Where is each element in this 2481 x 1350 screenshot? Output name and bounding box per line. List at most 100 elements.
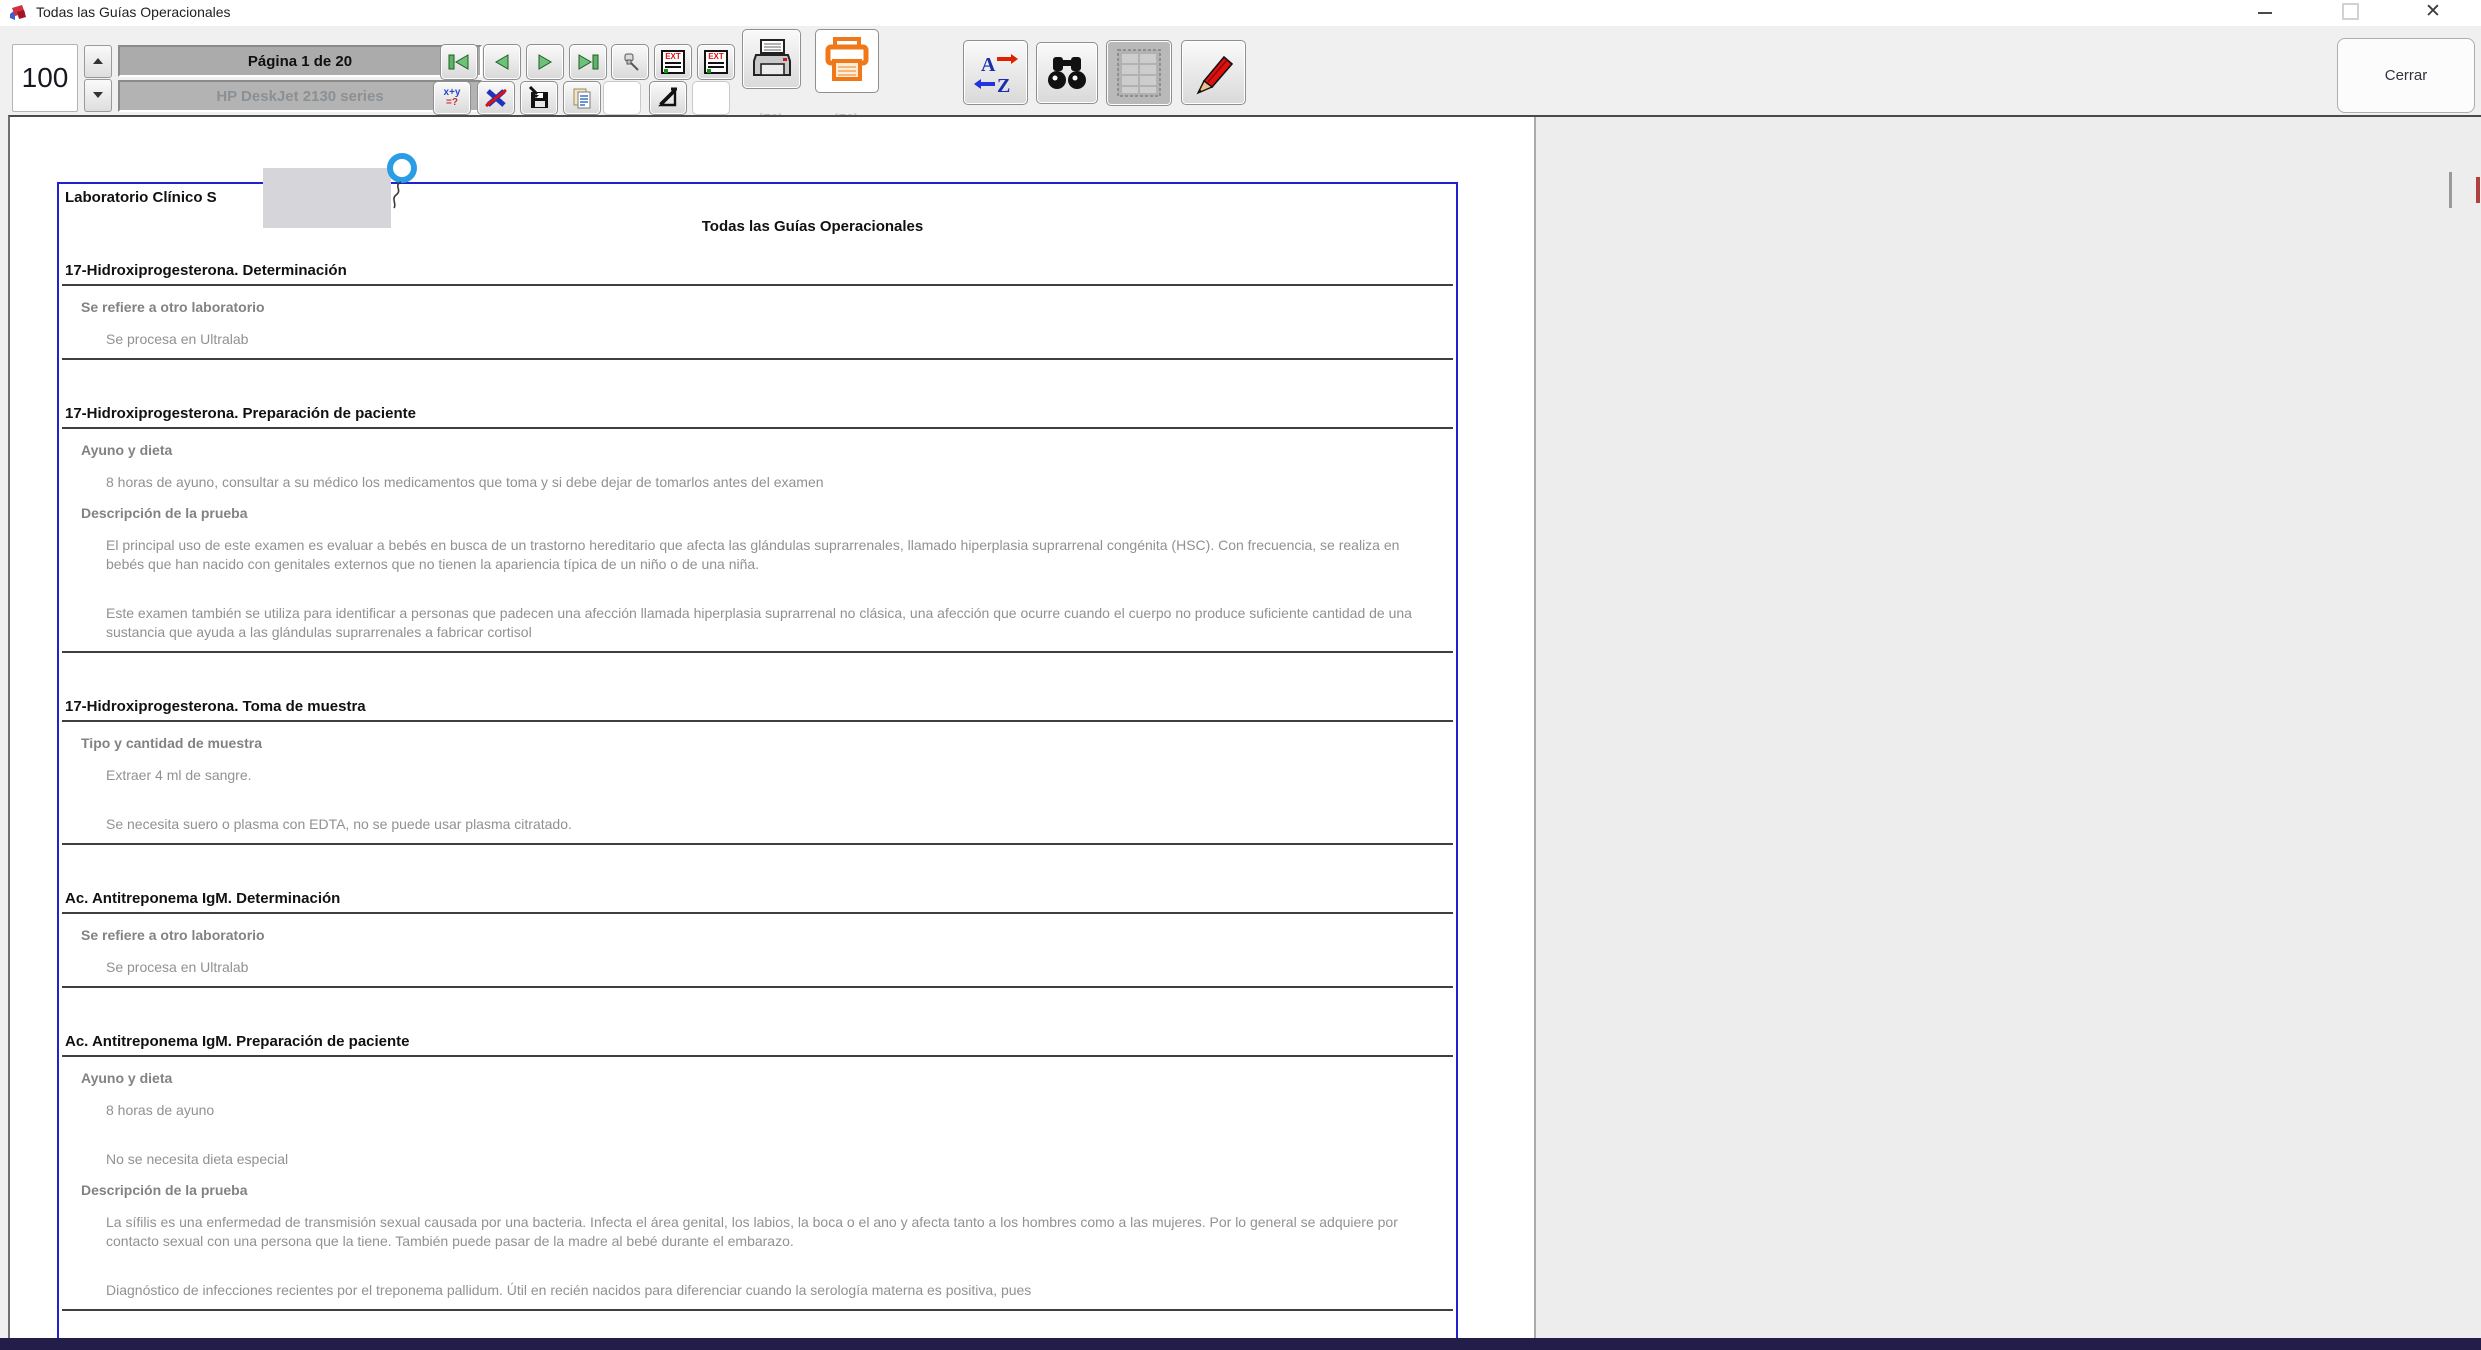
section-rule [62,986,1453,988]
pencil-icon [1190,49,1238,97]
close-icon[interactable]: ✕ [2420,0,2446,24]
section-text: 8 horas de ayuno [61,1101,1420,1120]
printer-name-label: HP DeskJet 2130 series [118,80,482,112]
maximize-icon[interactable] [2342,3,2359,20]
preview-content-area: Laboratorio Clínico S Todas las Guías Op… [8,115,2481,1340]
blank-button-2[interactable] [692,81,730,115]
side-panel [1536,117,2481,1340]
section-rule [62,427,1453,429]
printer-bw-icon [751,38,793,80]
section-text: Este examen también se utiliza para iden… [61,604,1420,642]
report-section: Ac. Antitreponema IgM. Determinación Se r… [61,890,1454,988]
next-page-icon [535,53,555,71]
last-page-icon [576,53,600,71]
section-rule [62,651,1453,653]
copy-documents-icon [570,86,594,110]
print-color-button[interactable] [815,29,879,93]
export-excel-button[interactable] [477,81,515,115]
previous-page-button[interactable] [483,44,521,80]
section-heading: 17-Hidroxiprogesterona. Determinación [61,262,1454,279]
signature-flourish [389,181,407,209]
section-text: 8 horas de ayuno, consultar a su médico … [61,473,1420,492]
pin-icon [619,51,641,73]
zoom-decrease-button[interactable] [84,79,112,112]
next-page-button[interactable] [526,44,564,80]
export-printer-icon: EXT [703,49,729,75]
svg-text:EXT: EXT [708,52,724,61]
window-title: Todas las Guías Operacionales [36,4,231,20]
titlebar: Todas las Guías Operacionales ✕ [0,0,2481,26]
section-rule [62,912,1453,914]
print-bw-button[interactable] [742,29,801,89]
sort-button[interactable]: A Z [963,40,1028,105]
section-heading: 17-Hidroxiprogesterona. Toma de muestra [61,698,1454,715]
section-text: Diagnóstico de infecciones recientes por… [61,1281,1420,1300]
excel-x-icon [484,87,508,109]
section-rule [62,1055,1453,1057]
cerrar-button[interactable]: Cerrar [2337,38,2475,113]
section-rule [62,358,1453,360]
page-indicator: Página 1 de 20 [118,45,482,77]
section-subheading: Descripción de la prueba [61,1182,1454,1198]
formula-button[interactable]: x+y =? [433,81,471,115]
section-subheading: Ayuno y dieta [61,442,1454,458]
section-heading: Ac. Antitreponema IgM. Determinación [61,890,1454,907]
export-ext-button-2[interactable]: EXT [697,44,735,80]
section-text: Se necesita suero o plasma con EDTA, no … [61,815,1420,834]
report-section: 17-Hidroxiprogesterona. Toma de muestra T… [61,698,1454,845]
first-page-button[interactable] [440,44,478,80]
search-button[interactable] [1036,42,1098,104]
cursor-ring-marker [387,153,417,183]
save-floppy-icon [527,86,551,110]
previous-page-icon [492,53,512,71]
section-text: Extraer 4 ml de sangre. [61,766,1420,785]
section-heading: Ac. Antitreponema IgM. Preparación de pa… [61,1033,1454,1050]
measure-button[interactable] [649,81,687,115]
section-subheading: Ayuno y dieta [61,1070,1454,1086]
section-subheading: Tipo y cantidad de muestra [61,735,1454,751]
section-subheading: Descripción de la prueba [61,505,1454,521]
svg-text:EXT: EXT [665,52,681,61]
sort-az-icon: A Z [973,50,1019,96]
grid-view-button[interactable] [1106,40,1172,106]
report-preview-window: { "window": { "title": "Todas las Guías … [0,0,2481,1350]
scrollbar-thumb[interactable] [2449,172,2452,208]
edit-button[interactable] [1181,40,1246,105]
export-printer-icon: EXT [660,49,686,75]
report-section: 17-Hidroxiprogesterona. Determinación Se … [61,262,1454,360]
section-text: La sífilis es una enfermedad de transmis… [61,1213,1420,1251]
report-page: Laboratorio Clínico S Todas las Guías Op… [57,182,1458,1340]
bottom-bar [0,1338,2481,1350]
ruler-pencil-icon [656,86,680,110]
save-button[interactable] [520,81,558,115]
formula-icon: x+y =? [444,88,461,108]
zoom-increase-button[interactable] [84,45,112,78]
printer-color-icon [823,37,871,85]
report-sections: 17-Hidroxiprogesterona. Determinación Se … [61,262,1454,1311]
section-text: No se necesita dieta especial [61,1150,1420,1169]
section-heading: 17-Hidroxiprogesterona. Preparación de p… [61,405,1454,422]
section-subheading: Se refiere a otro laboratorio [61,299,1454,315]
edge-marker [2476,177,2480,203]
pin-preview-button[interactable] [611,44,649,80]
report-section: 17-Hidroxiprogesterona. Preparación de p… [61,405,1454,653]
export-ext-button-1[interactable]: EXT [654,44,692,80]
section-subheading: Se refiere a otro laboratorio [61,927,1454,943]
first-page-icon [447,53,471,71]
toolbar: 100 Página 1 de 20 HP DeskJet 2130 serie… [0,26,2481,115]
app-icon [8,4,28,22]
svg-text:Z: Z [997,75,1010,96]
section-rule [62,284,1453,286]
copy-button[interactable] [563,81,601,115]
report-section: Ac. Antitreponema IgM. Preparación de pa… [61,1033,1454,1311]
section-rule [62,720,1453,722]
section-rule [62,1309,1453,1311]
grid-icon [1115,47,1163,99]
last-page-button[interactable] [569,44,607,80]
section-text: Se procesa en Ultralab [61,330,1420,349]
minimize-icon[interactable] [2258,12,2272,14]
zoom-value-input[interactable]: 100 [12,44,78,112]
section-text: El principal uso de este examen es evalu… [61,536,1420,574]
svg-text:A: A [981,54,996,76]
blank-button-1[interactable] [603,81,641,115]
